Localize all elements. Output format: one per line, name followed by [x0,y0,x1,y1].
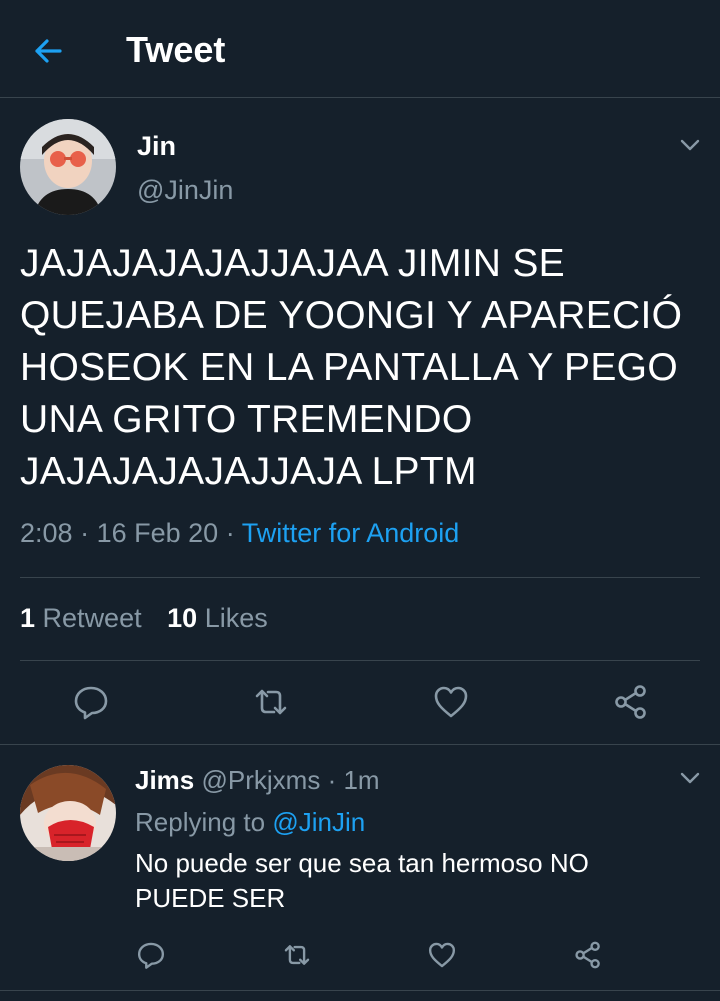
replying-mention-link[interactable]: @JinJin [272,807,365,837]
page-title: Tweet [126,29,226,70]
tweet-meta: 2:08 · 16 Feb 20 · Twitter for Android [20,518,459,549]
reply-text: No puede ser que sea tan hermoso NO PUED… [135,848,589,913]
divider [0,744,720,745]
chevron-down-icon[interactable] [677,765,703,791]
share-icon[interactable] [612,683,650,721]
author-handle[interactable]: @JinJin [137,175,233,206]
separator: · [327,765,337,795]
reply-time: 1m [343,765,380,795]
author-avatar[interactable] [20,119,116,215]
like-count: 10 [167,603,198,633]
reply-header: Jims @Prkjxms · 1m [135,765,380,796]
chevron-down-icon[interactable] [677,132,703,158]
tweet-time: 2:08 [20,518,73,548]
replying-to: Replying to @JinJin [135,807,365,838]
share-icon[interactable] [573,940,603,970]
tweet-stats: 1 Retweet 10 Likes [20,603,268,634]
tweet-date: 16 Feb 20 [96,518,219,548]
reply-author-avatar[interactable] [20,765,116,861]
likes-stat[interactable]: 10 Likes [167,603,268,633]
app-header: Tweet [0,0,720,98]
author-name[interactable]: Jin [137,131,176,162]
divider [20,660,700,661]
divider [20,577,700,578]
retweets-stat[interactable]: 1 Retweet [20,603,142,633]
reply-author-handle[interactable]: @Prkjxms [202,765,321,795]
reply-icon[interactable] [72,683,110,721]
retweet-label: Retweet [42,603,142,633]
retweet-icon[interactable] [252,683,290,721]
reply-author-name[interactable]: Jims [135,765,194,795]
retweet-count: 1 [20,603,36,633]
like-label: Likes [204,603,268,633]
tweet-source-link[interactable]: Twitter for Android [242,518,460,548]
retweet-icon[interactable] [282,940,312,970]
tweet-text: JAJAJAJAJAJJAJAA JIMIN SE QUEJABA DE YOO… [20,242,683,493]
like-icon[interactable] [432,683,470,721]
separator: · [80,518,90,548]
separator: · [225,518,235,548]
reply-icon[interactable] [136,940,166,970]
replying-prefix: Replying to [135,807,266,837]
divider [0,990,720,991]
like-icon[interactable] [427,940,457,970]
back-arrow-icon[interactable] [30,33,66,69]
